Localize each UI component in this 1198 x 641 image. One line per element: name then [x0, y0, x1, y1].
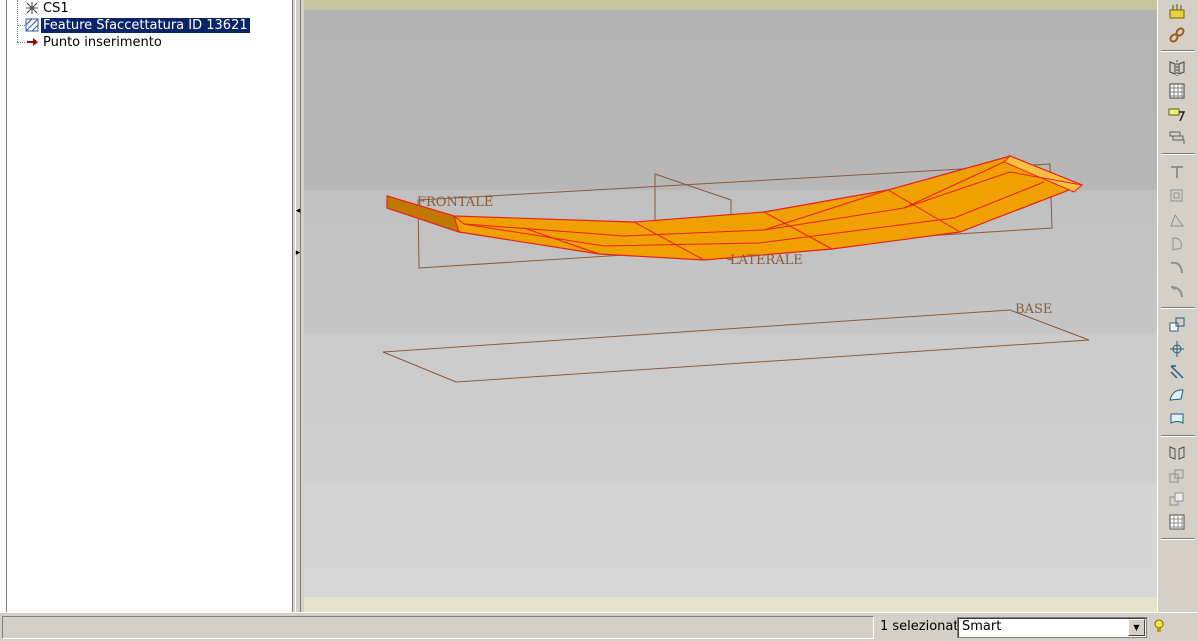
- message-area: [2, 616, 874, 639]
- tree-item-facet-feature[interactable]: Feature Sfaccettatura ID 13621: [25, 17, 250, 34]
- selection-filter-dropdown[interactable]: Smart ▼: [957, 617, 1147, 638]
- model-tree: CS1 Feature Sfaccettatura ID 13621 Punto…: [6, 0, 293, 612]
- grid-alt-icon[interactable]: [1164, 511, 1190, 533]
- insert-point-arrow-icon: [25, 35, 39, 49]
- toolbar-separator: [1161, 435, 1195, 437]
- grid-icon[interactable]: [1164, 80, 1190, 102]
- box-icon[interactable]: [1164, 185, 1190, 207]
- rotate-icon[interactable]: [1164, 233, 1190, 255]
- tree-item-insert-point[interactable]: Punto inserimento: [25, 34, 164, 51]
- splitter-edge: [300, 0, 301, 612]
- offset-icon[interactable]: [1164, 314, 1190, 336]
- tree-item-label: Feature Sfaccettatura ID 13621: [41, 18, 250, 33]
- tree-item-label: Punto inserimento: [43, 35, 162, 50]
- feature-toolbar: [1157, 0, 1198, 612]
- copy-alt-icon[interactable]: [1164, 488, 1190, 510]
- tree-item-cs1[interactable]: CS1: [25, 0, 71, 17]
- graphics-viewport[interactable]: FRONTALE LATERALE BASE: [304, 0, 1157, 612]
- viewport-band: [304, 484, 1157, 597]
- datum-display-icon[interactable]: [1164, 0, 1190, 22]
- mirror-icon[interactable]: [1164, 57, 1190, 79]
- tree-connector: [17, 0, 18, 42]
- plane-label-frontale: FRONTALE: [417, 195, 493, 210]
- curve-alt-icon[interactable]: [1164, 281, 1190, 303]
- tree-connector: [17, 42, 25, 43]
- viewport-top-band: [304, 0, 1157, 10]
- curve-icon[interactable]: [1164, 257, 1190, 279]
- lightbulb-icon[interactable]: [1152, 618, 1166, 636]
- sketch-icon[interactable]: [1164, 103, 1190, 125]
- status-bar: 1 selezionat Smart ▼: [0, 612, 1198, 641]
- chain-link-icon[interactable]: [1164, 24, 1190, 46]
- pattern-icon[interactable]: [1164, 361, 1190, 383]
- tree-item-label: CS1: [43, 1, 69, 16]
- tree-connector: [17, 25, 25, 26]
- draft-icon[interactable]: [1164, 209, 1190, 231]
- expand-right-icon[interactable]: ▸: [294, 248, 302, 258]
- splitter-edge: [295, 0, 296, 612]
- toolbar-separator: [1161, 307, 1195, 309]
- toolbar-separator: [1161, 50, 1195, 52]
- selection-filter-value: Smart: [962, 619, 1002, 634]
- collapse-left-icon[interactable]: ◂: [294, 206, 302, 216]
- viewport-bottom-band: [304, 597, 1157, 612]
- toolbar-separator: [1161, 538, 1195, 540]
- mirror-alt-icon[interactable]: [1164, 442, 1190, 464]
- viewport-band: [304, 334, 1157, 484]
- coordinate-system-icon: [25, 1, 39, 15]
- flag-icon[interactable]: [1164, 408, 1190, 430]
- layers-icon[interactable]: [1164, 126, 1190, 148]
- axis-icon[interactable]: [1164, 338, 1190, 360]
- viewport-canvas: FRONTALE LATERALE BASE: [304, 0, 1157, 612]
- model-tree-panel: CS1 Feature Sfaccettatura ID 13621 Punto…: [0, 0, 293, 612]
- viewport-band: [304, 10, 1157, 190]
- toolbar-separator: [1161, 153, 1195, 155]
- panel-splitter[interactable]: ◂ ▸: [293, 0, 303, 612]
- copy-icon[interactable]: [1164, 465, 1190, 487]
- surface-icon[interactable]: [1164, 384, 1190, 406]
- selection-count: 1 selezionat: [880, 619, 959, 634]
- plane-label-base: BASE: [1015, 302, 1052, 317]
- chevron-down-icon[interactable]: ▼: [1128, 619, 1145, 636]
- facet-feature-icon: [25, 18, 39, 32]
- plane-label-laterale: LATERALE: [730, 253, 803, 268]
- trim-icon[interactable]: [1164, 161, 1190, 183]
